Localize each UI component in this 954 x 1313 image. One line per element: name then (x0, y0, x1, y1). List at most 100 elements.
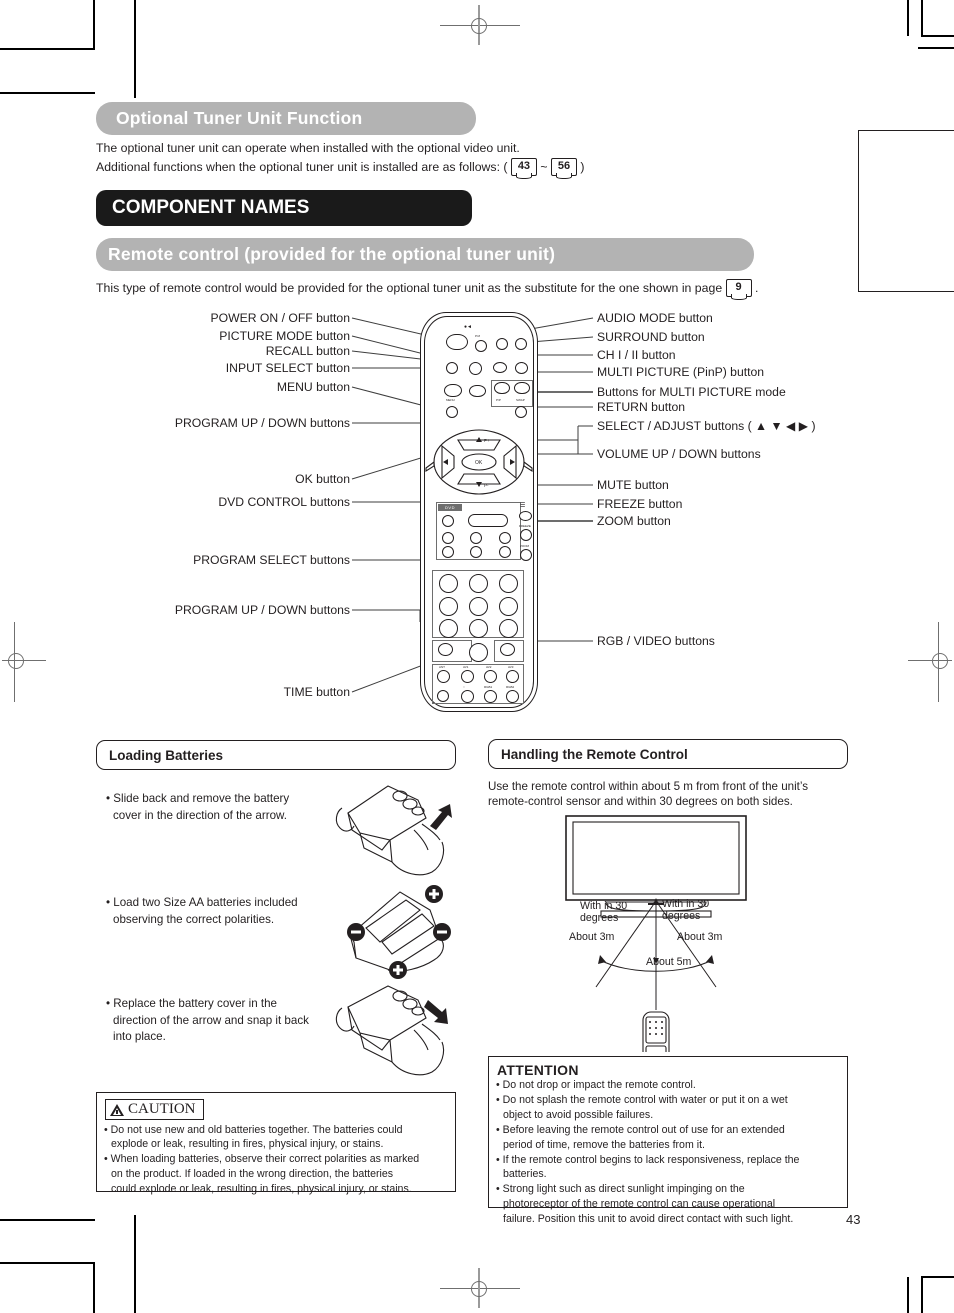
handling-remote-title: Handling the Remote Control (501, 746, 688, 762)
pinp-button[interactable] (494, 382, 510, 394)
handling-desc-line-1: Use the remote control within about 5 m … (488, 780, 809, 793)
recall-button[interactable] (446, 362, 458, 374)
battery-step-2-line-2: observing the correct polarities. (113, 912, 275, 926)
rgb1-text: RGB1 (484, 685, 493, 689)
surround-button[interactable] (515, 338, 527, 350)
av3-label: AV3 (508, 665, 513, 669)
program-select-button-5[interactable] (469, 597, 488, 616)
dvd-pause-button[interactable] (470, 532, 482, 544)
av3-text: AV3 (508, 665, 514, 669)
dvd-previous-button[interactable] (442, 546, 454, 558)
dvd-next-button[interactable] (499, 546, 511, 558)
callout-picture-mode-label: PICTURE MODE button (219, 329, 350, 343)
pinp-label: P/P (496, 398, 501, 402)
audio-mode-button[interactable] (496, 338, 508, 350)
dvd-stop-button[interactable] (470, 546, 482, 558)
callout-return: RETURN button (597, 401, 685, 414)
handling-desc-line-2: remote-control sensor and within 30 degr… (488, 794, 793, 808)
program-down-button[interactable] (438, 643, 453, 656)
rgb1-label: RGB1 (484, 685, 492, 689)
direction-pad[interactable]: OK P+ P- (420, 422, 538, 502)
callout-multi-picture-pinp-label: MULTI PICTURE (PinP) button (597, 365, 765, 379)
callout-input-select-label: INPUT SELECT button (225, 361, 350, 375)
rgb2-button[interactable] (506, 690, 519, 703)
callout-menu: MENU button (100, 381, 350, 394)
av1-button[interactable] (461, 670, 474, 683)
intro-line-1: The optional tuner unit can operate when… (96, 141, 796, 157)
callout-picture-mode: PICTURE MODE button (100, 330, 350, 343)
program-select-button-0[interactable] (469, 643, 488, 662)
menu-button[interactable] (446, 406, 458, 418)
time-button[interactable] (461, 690, 474, 703)
callout-power-on-off: POWER ON / OFF button (100, 312, 350, 325)
attention-line-10: failure. Position this unit to avoid dir… (503, 1213, 794, 1226)
attention-title: ATTENTION (497, 1062, 579, 1078)
page-number: 43 (846, 1212, 860, 1227)
dvd-rewind-button[interactable] (442, 532, 454, 544)
callout-ch-i-ii: CH I / II button (597, 349, 676, 362)
callout-select-adjust-label: SELECT / ADJUST buttons ( ▲ ▼ ◀ ▶ ) (597, 419, 816, 433)
swap-label: SWAP (516, 398, 525, 402)
callout-menu-label: MENU button (276, 380, 350, 394)
program-select-button-9[interactable] (499, 619, 518, 638)
program-up-button[interactable] (500, 643, 515, 656)
loading-batteries-header: Loading Batteries (96, 740, 456, 770)
registration-mark-top (440, 5, 520, 45)
zoom-text: ZOOM (520, 544, 529, 548)
program-select-button-1[interactable] (439, 574, 458, 593)
battery-step-2-line-1: • Load two Size AA batteries included (106, 896, 298, 909)
battery-step-3-line-2: direction of the arrow and snap it back (113, 1013, 309, 1027)
coverage-right-angle-line-2: degrees (662, 910, 701, 922)
freeze-text: FREEZE (519, 524, 531, 528)
callout-recall-label: RECALL button (265, 344, 350, 358)
callout-mute: MUTE button (597, 479, 669, 492)
menu-row-button-1[interactable] (444, 384, 462, 397)
coverage-left-angle-line-1: With in 30 (580, 900, 628, 912)
picture-mode-button[interactable] (475, 340, 487, 352)
multi-picture-pinp-button[interactable] (515, 362, 528, 374)
callout-power-on-off-label: POWER ON / OFF button (210, 311, 350, 325)
av2-button[interactable] (484, 670, 497, 683)
power-button[interactable] (446, 334, 468, 350)
callout-return-label: RETURN button (597, 400, 686, 414)
heading-remote-control-label: Remote control (provided for the optiona… (108, 244, 556, 264)
program-select-button-4[interactable] (439, 597, 458, 616)
callout-freeze: FREEZE button (597, 498, 682, 511)
mute-button[interactable] (519, 511, 532, 521)
av1-label: AV1 (463, 665, 468, 669)
svg-text:P+: P+ (484, 438, 490, 443)
callout-multi-picture-mode: Buttons for MULTI PICTURE mode (597, 386, 786, 399)
heading-optional-tuner-label: Optional Tuner Unit Function (116, 108, 363, 128)
battery-step-2: • Load two Size AA batteries included ob… (106, 896, 321, 929)
program-select-button-3[interactable] (499, 574, 518, 593)
program-select-button-8[interactable] (469, 619, 488, 638)
swap-button[interactable] (514, 382, 530, 394)
av3-button[interactable] (506, 670, 519, 683)
zoom-button[interactable] (520, 549, 532, 561)
callout-volume-up-down: VOLUME UP / DOWN buttons (597, 448, 761, 461)
loading-batteries-title: Loading Batteries (109, 747, 224, 763)
dvd-tab-label: DVD (438, 504, 462, 511)
coverage-left-distance-label: About 3m (569, 931, 615, 943)
dvd-play-button[interactable] (468, 514, 508, 527)
return-button[interactable] (515, 406, 527, 418)
ch-i-ii-button[interactable] (493, 362, 507, 373)
battery-step-1: • Slide back and remove the battery cove… (106, 792, 316, 825)
freeze-button[interactable] (520, 529, 532, 541)
attention-line-4: • Before leaving the remote control out … (496, 1123, 785, 1136)
program-select-button-6[interactable] (499, 597, 518, 616)
misc-button-left[interactable] (437, 690, 449, 702)
menu-row-button-2[interactable] (469, 385, 486, 397)
rgb1-button[interactable] (484, 690, 497, 703)
callout-rgb-video: RGB / VIDEO buttons (597, 635, 715, 648)
program-select-button-7[interactable] (439, 619, 458, 638)
page-ref-56-icon: 56 (550, 158, 577, 179)
time-label: ○ (463, 685, 465, 689)
ant-button[interactable] (437, 670, 450, 683)
dvd-fast-forward-button[interactable] (499, 532, 511, 544)
callout-surround-label: SURROUND button (597, 330, 705, 344)
input-select-button[interactable] (469, 362, 482, 375)
dvd-power-button[interactable] (442, 515, 454, 527)
callout-mute-label: MUTE button (597, 478, 669, 492)
program-select-button-2[interactable] (469, 574, 488, 593)
